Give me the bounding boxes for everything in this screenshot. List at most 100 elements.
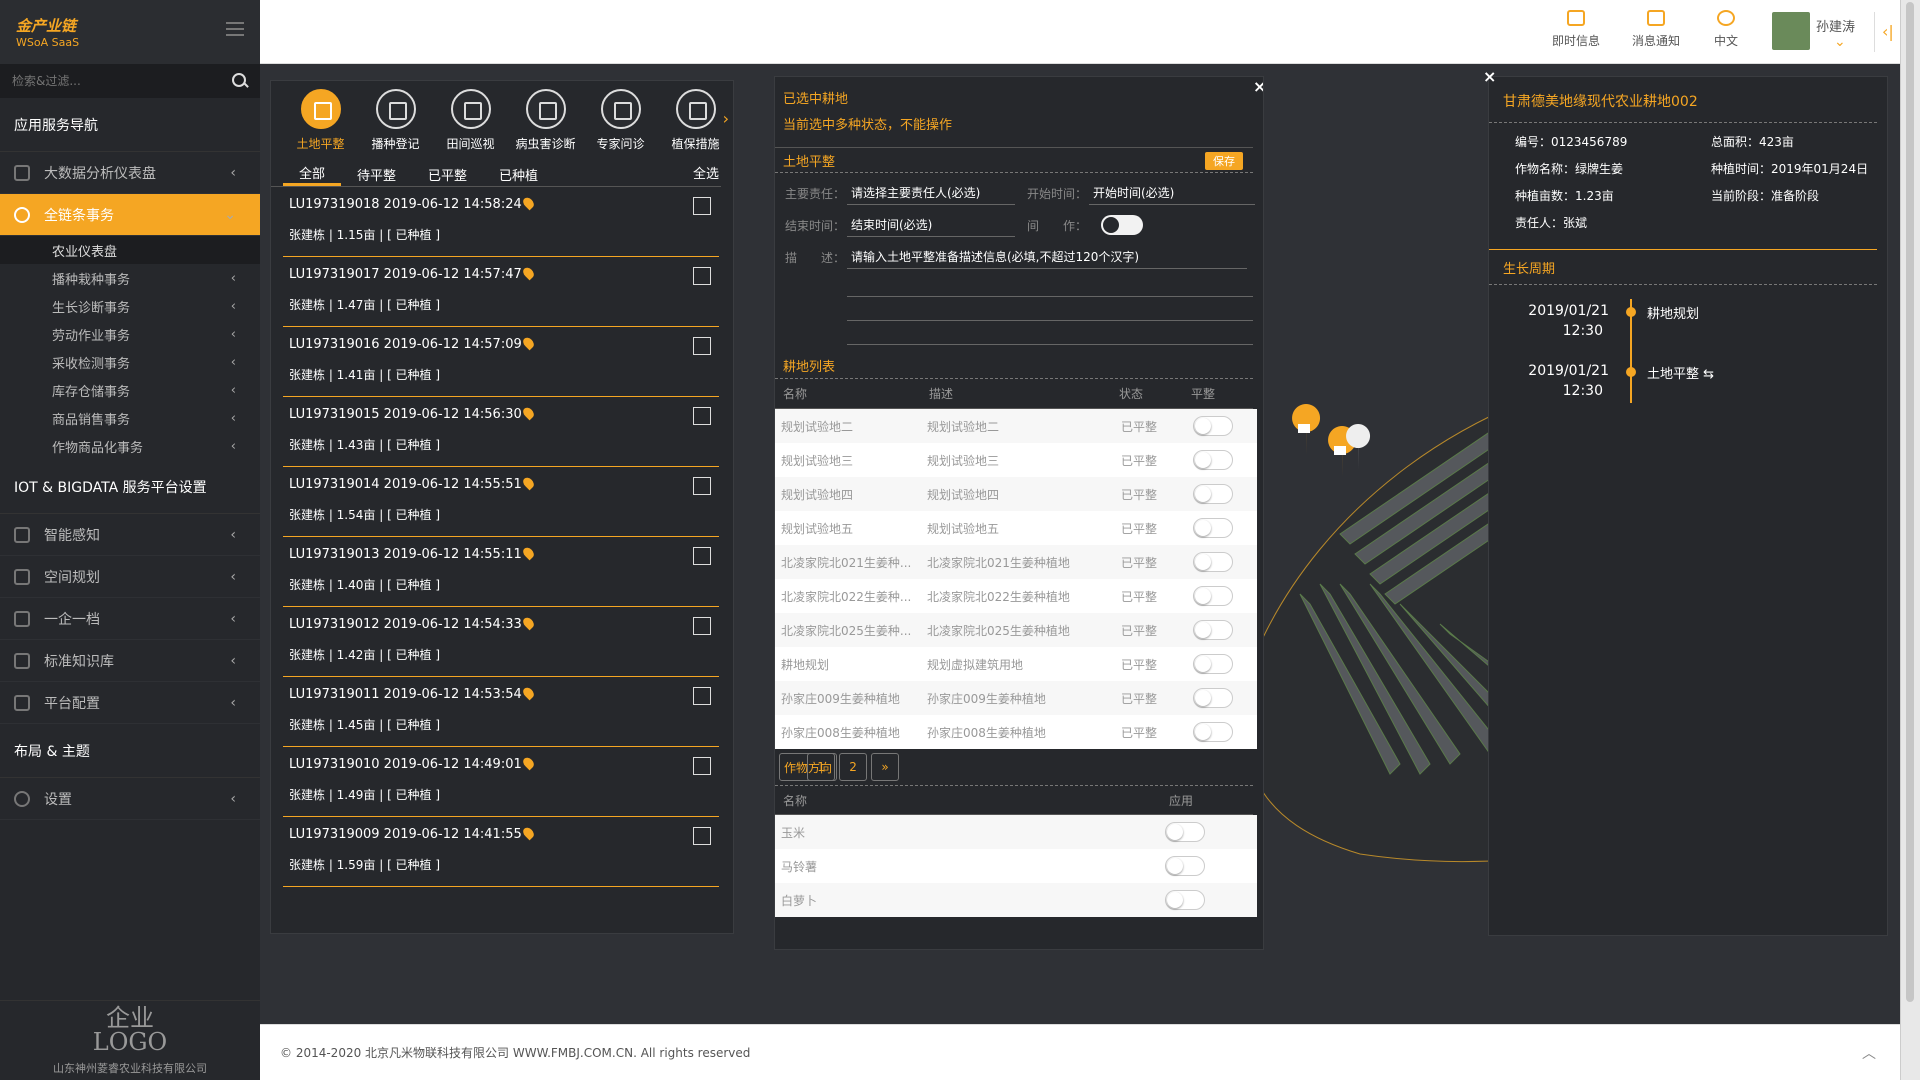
table-row[interactable]: 北凌家院北021生姜种... 北凌家院北021生姜种植地 已平整 <box>775 545 1257 579</box>
table-row[interactable]: 规划试验地二 规划试验地二 已平整 <box>775 409 1257 443</box>
crop-row[interactable]: 玉米 <box>775 815 1257 849</box>
page-1[interactable]: 1 <box>807 753 836 781</box>
start-time-input[interactable]: 开始时间(必选) <box>1089 181 1255 205</box>
save-button[interactable]: 保存 <box>1205 152 1243 170</box>
level-toggle[interactable] <box>1193 688 1233 708</box>
table-row[interactable]: 孙家庄008生姜种植地 孙家庄008生姜种植地 已平整 <box>775 715 1257 749</box>
land-row[interactable]: LU197319009 2019-06-12 14:41:55 张建栋 | 1.5… <box>283 817 719 887</box>
level-toggle[interactable] <box>1193 620 1233 640</box>
sidebar-subitem-sowing[interactable]: 播种栽种事务 ‹ <box>0 264 260 292</box>
user-name[interactable]: 孙建涛 <box>1816 16 1855 35</box>
location-pin-icon[interactable] <box>520 825 536 841</box>
location-pin-icon[interactable] <box>520 475 536 491</box>
sidebar-subitem-storage[interactable]: 库存仓储事务 ‹ <box>0 376 260 404</box>
row-checkbox[interactable] <box>693 197 711 215</box>
tool-pest-diagnosis[interactable]: 病虫害诊断 <box>508 89 583 161</box>
table-row[interactable]: 规划试验地四 规划试验地四 已平整 <box>775 477 1257 511</box>
camera-marker[interactable] <box>1292 404 1321 456</box>
location-pin-icon[interactable] <box>520 335 536 351</box>
land-row[interactable]: LU197319011 2019-06-12 14:53:54 张建栋 | 1.4… <box>283 677 719 747</box>
desc-textarea[interactable]: 请输入土地平整准备描述信息(必填,不超过120个汉字) <box>847 245 1247 269</box>
tab-all[interactable]: 全部 <box>283 162 342 186</box>
land-row[interactable]: LU197319018 2019-06-12 14:58:24 张建栋 | 1.1… <box>283 187 719 257</box>
tool-sowing[interactable]: 播种登记 <box>358 89 433 161</box>
location-pin-icon[interactable] <box>520 755 536 771</box>
row-checkbox[interactable] <box>693 267 711 285</box>
sidebar-subitem-dashboard[interactable]: 农业仪表盘 <box>0 236 260 264</box>
table-row[interactable]: 北凌家院北025生姜种... 北凌家院北025生姜种植地 已平整 <box>775 613 1257 647</box>
im-button[interactable]: 即时信息 <box>1546 10 1606 49</box>
sidebar-subitem-diagnosis[interactable]: 生长诊断事务 ‹ <box>0 292 260 320</box>
table-row[interactable]: 规划试验地五 规划试验地五 已平整 <box>775 511 1257 545</box>
table-row[interactable]: 北凌家院北022生姜种... 北凌家院北022生姜种植地 已平整 <box>775 579 1257 613</box>
location-pin-icon[interactable] <box>520 685 536 701</box>
land-row[interactable]: LU197319013 2019-06-12 14:55:11 张建栋 | 1.4… <box>283 537 719 607</box>
avatar[interactable] <box>1772 12 1810 50</box>
row-checkbox[interactable] <box>693 337 711 355</box>
intercrop-toggle[interactable] <box>1101 215 1143 235</box>
scrollbar-thumb[interactable] <box>1906 2 1914 1002</box>
land-row[interactable]: LU197319012 2019-06-12 14:54:33 张建栋 | 1.4… <box>283 607 719 677</box>
page-2[interactable]: 2 <box>839 753 868 781</box>
row-checkbox[interactable] <box>693 407 711 425</box>
sidebar-item-enterprise[interactable]: 一企一档 ‹ <box>0 598 260 640</box>
tool-expert[interactable]: 专家问诊 <box>583 89 658 161</box>
tab-planted[interactable]: 已种植 <box>483 162 554 186</box>
level-toggle[interactable] <box>1193 654 1233 674</box>
sidebar-item-spatial[interactable]: 空间规划 ‹ <box>0 556 260 598</box>
apply-toggle[interactable] <box>1165 822 1205 842</box>
land-row[interactable]: LU197319015 2019-06-12 14:56:30 张建栋 | 1.4… <box>283 397 719 467</box>
location-pin-icon[interactable] <box>520 545 536 561</box>
location-pin-icon[interactable] <box>520 195 536 211</box>
row-checkbox[interactable] <box>693 757 711 775</box>
apply-toggle[interactable] <box>1165 856 1205 876</box>
sidebar-item-settings[interactable]: 设置 ‹ <box>0 778 260 820</box>
level-toggle[interactable] <box>1193 518 1233 538</box>
chevron-up-icon[interactable]: ︿ <box>1862 1043 1876 1063</box>
sidebar-item-sensing[interactable]: 智能感知 ‹ <box>0 514 260 556</box>
notification-button[interactable]: 消息通知 <box>1626 10 1686 49</box>
row-checkbox[interactable] <box>693 687 711 705</box>
sidebar-item-platform[interactable]: 平台配置 ‹ <box>0 682 260 724</box>
tool-patrol[interactable]: 田间巡视 <box>433 89 508 161</box>
sidebar-item-knowledge[interactable]: 标准知识库 ‹ <box>0 640 260 682</box>
search-input[interactable] <box>12 74 232 88</box>
land-row[interactable]: LU197319017 2019-06-12 14:57:47 张建栋 | 1.4… <box>283 257 719 327</box>
row-checkbox[interactable] <box>693 827 711 845</box>
land-row[interactable]: LU197319014 2019-06-12 14:55:51 张建栋 | 1.5… <box>283 467 719 537</box>
table-row[interactable]: 孙家庄009生姜种植地 孙家庄009生姜种植地 已平整 <box>775 681 1257 715</box>
tab-pending[interactable]: 待平整 <box>341 162 412 186</box>
sidebar-subitem-sales[interactable]: 商品销售事务 ‹ <box>0 404 260 432</box>
owner-select[interactable]: 请选择主要责任人(必选) <box>847 181 1015 205</box>
level-toggle[interactable] <box>1193 484 1233 504</box>
search-icon[interactable] <box>232 73 248 89</box>
sidebar-item-fullchain[interactable]: 全链条事务 ⌄ <box>0 194 260 236</box>
land-row[interactable]: LU197319010 2019-06-12 14:49:01 张建栋 | 1.4… <box>283 747 719 817</box>
select-all-button[interactable]: 全选 <box>693 163 719 182</box>
table-row[interactable]: 耕地规划 规划虚拟建筑用地 已平整 <box>775 647 1257 681</box>
next-page[interactable]: » <box>871 753 900 781</box>
crop-row[interactable]: 马铃薯 <box>775 849 1257 883</box>
row-checkbox[interactable] <box>693 477 711 495</box>
level-toggle[interactable] <box>1193 552 1233 572</box>
location-pin-icon[interactable] <box>520 405 536 421</box>
sidebar-item-bigdata[interactable]: 大数据分析仪表盘 ‹ <box>0 152 260 194</box>
tab-leveled[interactable]: 已平整 <box>412 162 483 186</box>
level-toggle[interactable] <box>1193 450 1233 470</box>
chevron-down-icon[interactable]: ⌄ <box>1834 34 1846 50</box>
row-checkbox[interactable] <box>693 617 711 635</box>
timeline-label[interactable]: 土地平整 ⇆ <box>1647 353 1714 413</box>
chevron-right-icon[interactable]: › <box>723 109 729 128</box>
language-button[interactable]: 中文 <box>1696 10 1756 49</box>
crop-row[interactable]: 白萝卜 <box>775 883 1257 917</box>
menu-toggle-icon[interactable] <box>226 22 244 36</box>
apply-toggle[interactable] <box>1165 890 1205 910</box>
row-checkbox[interactable] <box>693 547 711 565</box>
tool-land-leveling[interactable]: 土地平整 <box>283 89 358 161</box>
close-icon[interactable]: × <box>1483 67 1496 86</box>
close-icon[interactable]: × <box>1253 77 1263 96</box>
sidebar-subitem-labor[interactable]: 劳动作业事务 ‹ <box>0 320 260 348</box>
table-row[interactable]: 规划试验地三 规划试验地三 已平整 <box>775 443 1257 477</box>
collapse-panel-icon[interactable]: ‹| <box>1882 22 1894 41</box>
location-pin-icon[interactable] <box>520 265 536 281</box>
